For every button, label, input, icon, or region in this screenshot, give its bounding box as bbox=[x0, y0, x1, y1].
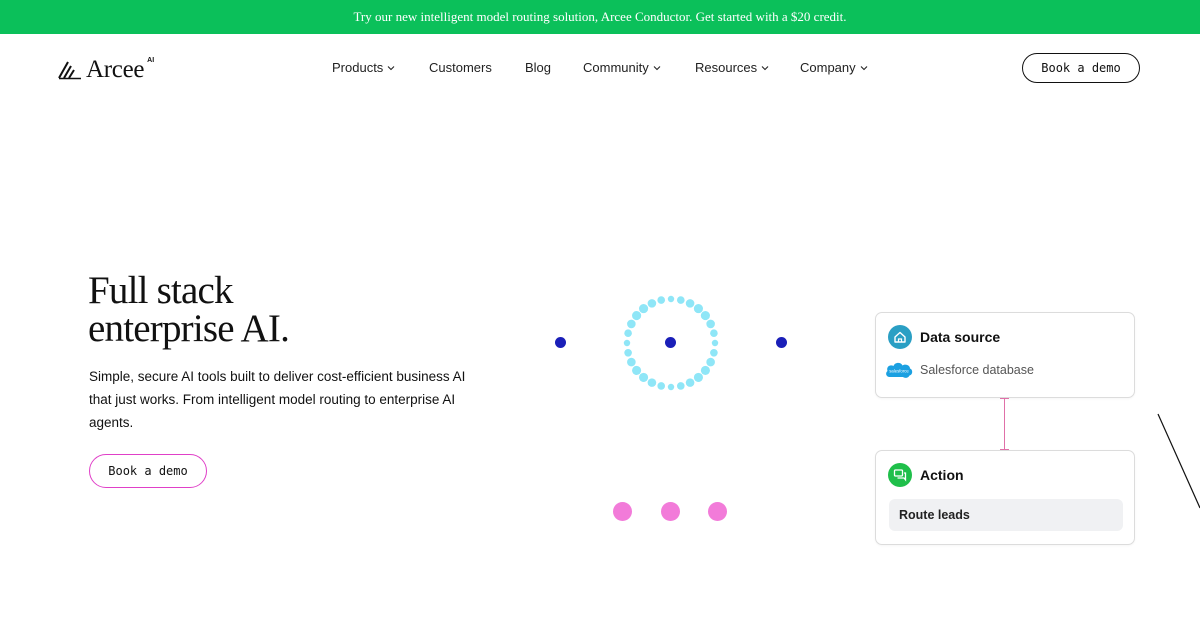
hero-subtitle: Simple, secure AI tools built to deliver… bbox=[89, 369, 466, 430]
data-source-row: salesforce Salesforce database bbox=[884, 359, 1034, 380]
nav-label: Customers bbox=[429, 60, 492, 75]
connector-tick bbox=[1000, 398, 1009, 399]
announcement-banner[interactable]: Try our new intelligent model routing so… bbox=[0, 0, 1200, 34]
ring-particle bbox=[710, 329, 718, 338]
ring-particle bbox=[693, 372, 703, 382]
chevron-down-icon bbox=[387, 65, 395, 70]
ring-particle bbox=[685, 378, 695, 387]
ring-particle bbox=[657, 296, 666, 304]
ring-particle bbox=[647, 299, 657, 308]
ring-particle bbox=[647, 378, 657, 387]
ring-particle bbox=[657, 382, 666, 390]
action-step[interactable]: Route leads bbox=[889, 499, 1123, 531]
pink-dot bbox=[661, 502, 680, 521]
ring-particle bbox=[627, 319, 636, 329]
action-card: Action Route leads bbox=[875, 450, 1135, 545]
ring-particle bbox=[711, 339, 719, 347]
salesforce-icon: salesforce bbox=[886, 362, 913, 378]
ring-particle bbox=[700, 311, 710, 321]
card-title: Action bbox=[920, 467, 964, 483]
workflow-connector bbox=[1004, 398, 1005, 450]
banner-text[interactable]: Try our new intelligent model routing so… bbox=[353, 9, 846, 25]
ring-particle bbox=[639, 304, 649, 314]
chevron-down-icon bbox=[860, 65, 868, 70]
ring-particle bbox=[706, 357, 715, 367]
ring-particle bbox=[667, 295, 675, 303]
nav-label: Community bbox=[583, 60, 649, 75]
data-source-label: Salesforce database bbox=[920, 362, 1034, 377]
nav-label: Blog bbox=[525, 60, 552, 75]
nav-label: Products bbox=[332, 60, 384, 75]
ring-particle bbox=[627, 357, 636, 367]
nav-item-resources[interactable]: Resources bbox=[695, 60, 769, 75]
blue-dot bbox=[776, 337, 787, 348]
ring-particle bbox=[706, 319, 715, 329]
book-demo-button-header[interactable]: Book a demo bbox=[1022, 53, 1140, 83]
book-demo-button-hero[interactable]: Book a demo bbox=[89, 454, 207, 488]
pink-dot bbox=[708, 502, 727, 521]
ring-particle bbox=[667, 383, 675, 391]
blue-dot bbox=[555, 337, 566, 348]
ring-particle bbox=[639, 372, 649, 382]
nav-label: Company bbox=[800, 60, 856, 75]
ring-particle bbox=[623, 339, 631, 347]
chevron-down-icon bbox=[761, 65, 769, 70]
data-source-card: Data source salesforce Salesforce databa… bbox=[875, 312, 1135, 398]
main-nav: Products Customers Blog Community Resour… bbox=[0, 60, 1200, 78]
hero-title-line1: Full stack bbox=[88, 269, 234, 312]
chevron-down-icon bbox=[653, 65, 661, 70]
decorative-line bbox=[1157, 413, 1200, 509]
ring-particle bbox=[624, 329, 632, 338]
nav-item-company[interactable]: Company bbox=[800, 60, 868, 75]
card-header: Action bbox=[888, 463, 964, 487]
pink-dot bbox=[613, 502, 632, 521]
ring-particle bbox=[624, 348, 632, 357]
hero-title: Full stack enterprise AI. bbox=[88, 269, 508, 350]
ring-particle bbox=[632, 311, 642, 321]
ring-particle bbox=[676, 382, 685, 390]
hero-title-line2: enterprise AI. bbox=[88, 307, 290, 350]
ring-particle bbox=[693, 304, 703, 314]
ring-particle bbox=[632, 365, 642, 375]
nav-item-products[interactable]: Products bbox=[332, 60, 395, 75]
nav-item-customers[interactable]: Customers bbox=[429, 60, 492, 75]
ring-particle bbox=[676, 296, 685, 304]
nav-label: Resources bbox=[695, 60, 758, 75]
card-header: Data source bbox=[888, 325, 1000, 349]
card-title: Data source bbox=[920, 329, 1001, 345]
salesforce-logo-text: salesforce bbox=[889, 369, 909, 374]
ring-particle bbox=[700, 365, 710, 375]
particle-ring-graphic bbox=[623, 295, 719, 391]
ring-particle bbox=[685, 299, 695, 308]
nav-item-community[interactable]: Community bbox=[583, 60, 661, 75]
ring-particle bbox=[710, 348, 718, 357]
home-icon bbox=[888, 325, 912, 349]
chat-icon bbox=[888, 463, 912, 487]
nav-item-blog[interactable]: Blog bbox=[525, 60, 551, 75]
